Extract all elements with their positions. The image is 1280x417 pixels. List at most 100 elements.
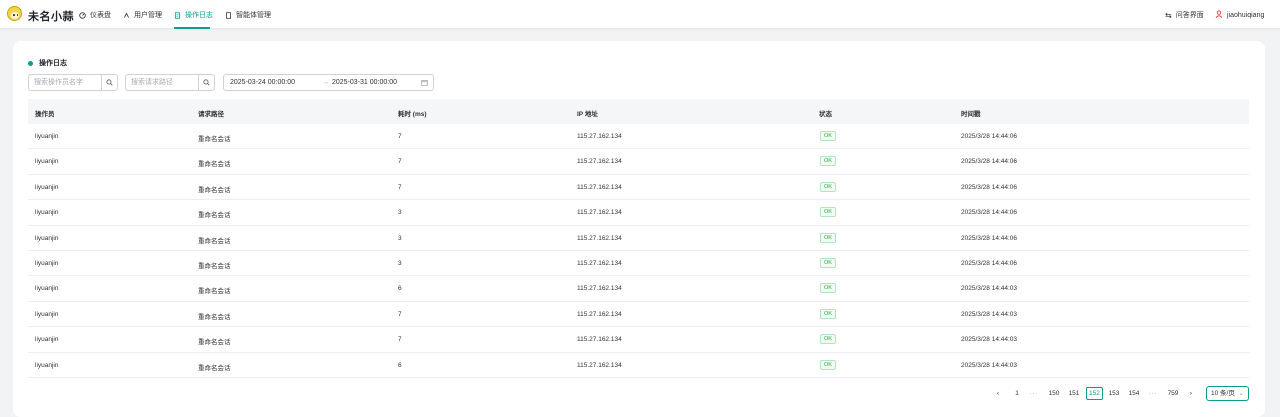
calendar-icon [421, 79, 428, 88]
duration-cell: 7 [398, 310, 402, 318]
page-button[interactable]: 154 [1127, 387, 1141, 400]
timestamp-cell: 2025/3/28 14:44:03 [961, 361, 1018, 369]
duration-cell: 3 [398, 259, 402, 267]
table-row: liyuanjin 重命名会话 3 115.27.162.134 OK 2025… [28, 251, 1249, 277]
timestamp-cell: 2025/3/28 14:44:03 [961, 336, 1018, 344]
status-badge: OK [820, 156, 836, 167]
ip-cell: 115.27.162.134 [577, 158, 622, 166]
timestamp-cell: 2025/3/28 14:44:06 [961, 133, 1018, 140]
path-cell: 重命名会话 [198, 136, 231, 143]
page-button[interactable]: 151 [1067, 387, 1081, 400]
prev-page-button[interactable]: ‹ [991, 387, 1005, 400]
status-badge: OK [820, 232, 836, 243]
page-ellipsis[interactable]: ··· [1146, 387, 1160, 400]
timestamp-cell: 2025/3/28 14:44:06 [961, 183, 1018, 191]
nav-item-dashboard[interactable]: 仪表盘 [79, 10, 111, 20]
status-badge: OK [820, 181, 836, 192]
operator-cell: liyuanjin [35, 310, 59, 318]
ip-cell: 115.27.162.134 [577, 209, 622, 217]
table-row: liyuanjin 重命名会话 7 115.27.162.134 OK 2025… [28, 124, 1249, 150]
path-search-input[interactable] [126, 75, 198, 90]
operator-search-button[interactable] [101, 75, 117, 90]
qa-page-link[interactable]: ⇆ 问答界面 [1165, 10, 1204, 20]
nav-item-label: 智能体管理 [236, 12, 271, 19]
search-icon [106, 79, 113, 86]
timestamp-cell: 2025/3/28 14:44:06 [961, 234, 1018, 242]
dashboard-icon [79, 11, 86, 19]
page-button[interactable]: 1 [1010, 387, 1024, 400]
page-button[interactable]: 759 [1166, 387, 1180, 400]
top-navbar: 未名小蒜 仪表盘 用户管理 操作日志 智能体管理 ⇆ 问答界面 jiaohuiq… [0, 0, 1280, 29]
current-page-button[interactable]: 152 [1086, 387, 1103, 400]
date-start[interactable]: 2025-03-24 00:00:00 [230, 79, 295, 86]
page-button[interactable]: 150 [1047, 387, 1061, 400]
logo-icon [7, 6, 22, 21]
status-badge: OK [820, 257, 836, 268]
path-cell: 重命名会话 [198, 262, 231, 270]
duration-cell: 7 [398, 183, 402, 191]
duration-cell: 6 [398, 361, 402, 369]
table-row: liyuanjin 重命名会话 3 115.27.162.134 OK 2025… [28, 226, 1249, 251]
date-end[interactable]: 2025-03-31 00:00:00 [332, 79, 397, 86]
duration-cell: 6 [398, 285, 402, 293]
date-range-picker[interactable]: 2025-03-24 00:00:00 → 2025-03-31 00:00:0… [223, 74, 434, 91]
path-cell: 重命名会话 [198, 339, 231, 347]
next-page-button[interactable]: › [1184, 387, 1198, 400]
nav-item-agents[interactable]: 智能体管理 [225, 10, 271, 20]
status-badge: OK [820, 334, 836, 345]
user-menu[interactable]: jiaohuiqiang [1215, 10, 1264, 20]
timestamp-cell: 2025/3/28 14:44:03 [961, 310, 1018, 318]
path-cell: 重命名会话 [198, 364, 231, 372]
section-title: 操作日志 [28, 58, 67, 68]
operator-cell: liyuanjin [35, 158, 59, 166]
user-icon [1215, 10, 1223, 20]
table-header: 操作员 请求路径 耗时 (ms) IP 地址 状态 时间戳 [28, 99, 1249, 124]
path-search-button[interactable] [198, 75, 214, 90]
table-row: liyuanjin 重命名会话 7 115.27.162.134 OK 2025… [28, 302, 1249, 328]
timestamp-cell: 2025/3/28 14:44:06 [961, 158, 1018, 166]
page-ellipsis[interactable]: ··· [1027, 387, 1041, 400]
table-row: liyuanjin 重命名会话 7 115.27.162.134 OK 2025… [28, 175, 1249, 201]
brand-name: 未名小蒜 [28, 11, 74, 23]
page-button[interactable]: 153 [1107, 387, 1121, 400]
log-icon [174, 11, 181, 19]
operator-cell: liyuanjin [35, 234, 59, 242]
ip-cell: 115.27.162.134 [577, 234, 622, 242]
operation-log-card: 操作日志 2025-03-24 00:00:00 → 2025-03-31 00… [13, 41, 1265, 417]
table-row: liyuanjin 重命名会话 7 115.27.162.134 OK 2025… [28, 327, 1249, 353]
operator-cell: liyuanjin [35, 259, 59, 267]
username: jiaohuiqiang [1227, 11, 1265, 19]
ip-cell: 115.27.162.134 [577, 336, 622, 344]
table-row: liyuanjin 重命名会话 3 115.27.162.134 OK 2025… [28, 200, 1249, 226]
operator-search-input[interactable] [29, 75, 101, 90]
status-badge: OK [820, 283, 836, 294]
column-header: 耗时 (ms) [398, 111, 427, 118]
agent-icon [225, 11, 232, 19]
active-tab-indicator [174, 27, 210, 29]
operator-cell: liyuanjin [35, 209, 59, 217]
path-cell: 重命名会话 [198, 288, 231, 296]
table-row: liyuanjin 重命名会话 6 115.27.162.134 OK 2025… [28, 276, 1249, 302]
column-header: 请求路径 [198, 111, 224, 118]
path-search [125, 74, 215, 91]
operator-cell: liyuanjin [35, 285, 59, 293]
search-icon [203, 79, 210, 86]
column-header: 操作员 [35, 111, 55, 118]
table-body: liyuanjin 重命名会话 7 115.27.162.134 OK 2025… [28, 124, 1249, 378]
path-cell: 重命名会话 [198, 186, 231, 194]
column-header: 时间戳 [961, 111, 981, 118]
page-size-select[interactable]: 10 条/页 ⌄ [1206, 386, 1249, 401]
nav-item-label: 用户管理 [134, 12, 162, 19]
title-dot-icon [28, 60, 33, 66]
status-badge: OK [820, 308, 836, 319]
operator-search [28, 74, 118, 91]
path-cell: 重命名会话 [198, 212, 231, 220]
duration-cell: 7 [398, 133, 402, 140]
nav-item-logs[interactable]: 操作日志 [174, 10, 213, 20]
path-cell: 重命名会话 [198, 237, 231, 245]
nav-item-users[interactable]: 用户管理 [123, 10, 162, 20]
table-row: liyuanjin 重命名会话 6 115.27.162.134 OK 2025… [28, 353, 1249, 378]
table-row: liyuanjin 重命名会话 7 115.27.162.134 OK 2025… [28, 149, 1249, 175]
ip-cell: 115.27.162.134 [577, 361, 622, 369]
swap-icon: ⇆ [1165, 10, 1172, 20]
